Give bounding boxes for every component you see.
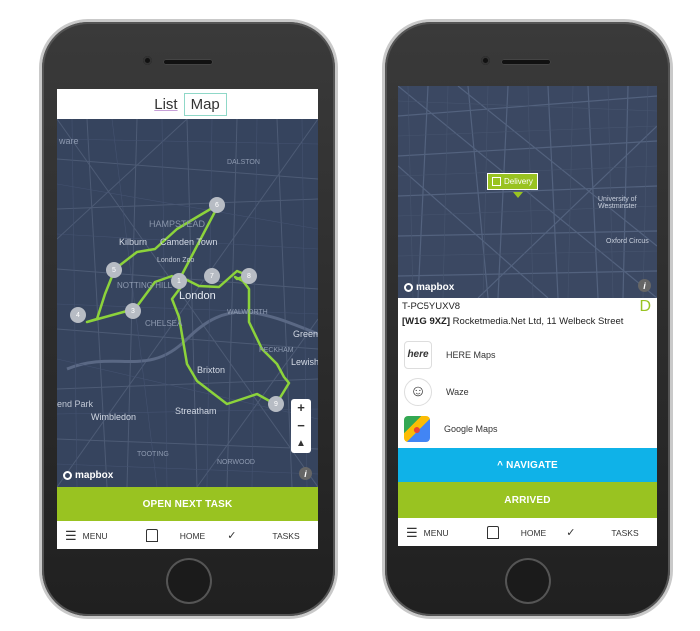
map-label: WALWORTH [227, 309, 268, 316]
map-label: Camden Town [160, 237, 218, 247]
arrived-button[interactable]: ARRIVED [398, 482, 657, 518]
route-stop-marker[interactable]: 6 [209, 197, 225, 213]
pin-pointer [513, 192, 523, 198]
waze-icon: ☺ [404, 377, 432, 406]
map-label: CHELSEA [145, 319, 183, 328]
compass-icon[interactable]: ▲ [296, 435, 306, 453]
route-stop-marker[interactable]: 1 [171, 273, 187, 289]
map-label: Kilburn [119, 237, 148, 247]
mapbox-logo: mapbox [63, 470, 113, 481]
home-nav-item[interactable]: HOME [145, 529, 206, 542]
route-stop-marker[interactable]: 4 [70, 307, 86, 323]
address-text: Rocketmedia.Net Ltd, 11 Welbeck Street [452, 316, 624, 327]
google-maps-icon: ● [404, 415, 430, 442]
info-icon[interactable]: i [638, 279, 651, 292]
map-label: ware [59, 136, 79, 146]
home-button[interactable] [505, 558, 551, 604]
home-button[interactable] [166, 558, 212, 604]
tasks-label: TASKS [611, 527, 639, 538]
status-badge: D [639, 298, 651, 315]
home-nav-item[interactable]: HOME [486, 526, 547, 539]
checkmark-icon: ✓ [566, 527, 576, 539]
map-label: University of Westminster [598, 196, 637, 210]
hamburger-icon: ☰ [65, 527, 77, 543]
here-maps-label: HERE Maps [446, 349, 496, 360]
building-icon [145, 529, 158, 542]
view-tabs: List Map [57, 89, 318, 119]
map-label: Streatham [175, 406, 217, 416]
screen-right: Delivery University of Westminster Oxfor… [398, 86, 657, 546]
map-label: NOTTING HILL [117, 281, 173, 290]
phone-right: Delivery University of Westminster Oxfor… [385, 22, 670, 616]
map-label: TOOTING [137, 451, 169, 458]
map-label: Wimbledon [91, 412, 137, 422]
task-header: T-PC5YUXV8 D [W1G 9XZ] Rocketmedia.Net L… [402, 298, 653, 335]
bottom-nav: ☰ MENU HOME ✓ TASKS [57, 522, 318, 549]
tasks-nav-item[interactable]: ✓ TASKS [566, 526, 638, 539]
map-label: Brixton [197, 365, 226, 375]
front-camera [143, 56, 152, 65]
home-label: HOME [520, 527, 547, 538]
map-label: London [179, 290, 216, 302]
menu-nav-item[interactable]: ☰ MENU [65, 528, 108, 544]
phone-left: List Map ware HAMPSTEAD Kilburn Camden T… [42, 22, 335, 616]
package-icon [492, 177, 501, 186]
postcode: [W1G 9XZ] [402, 316, 451, 327]
destination-map[interactable]: Delivery University of Westminster Oxfor… [398, 86, 657, 298]
google-maps-option[interactable]: ● Google Maps [398, 410, 657, 447]
tab-list[interactable]: List [148, 94, 183, 115]
pin-label: Delivery [504, 177, 533, 186]
zoom-out-button[interactable]: − [297, 417, 305, 435]
open-next-task-button[interactable]: OPEN NEXT TASK [57, 487, 318, 521]
speaker [163, 59, 213, 65]
map-label: HAMPSTEAD [149, 219, 206, 229]
map-streets [57, 119, 318, 487]
map-streets [398, 86, 657, 298]
menu-nav-item[interactable]: ☰ MENU [406, 525, 449, 541]
tasks-label: TASKS [272, 530, 300, 541]
task-address: [W1G 9XZ] Rocketmedia.Net Ltd, 11 Welbec… [402, 316, 653, 327]
tasks-nav-item[interactable]: ✓ TASKS [227, 529, 299, 542]
menu-label: MENU [423, 527, 449, 538]
map-label: DALSTON [227, 159, 260, 166]
route-map[interactable]: ware HAMPSTEAD Kilburn Camden Town Londo… [57, 119, 318, 487]
hamburger-icon: ☰ [406, 524, 418, 540]
zoom-control: + − ▲ [291, 399, 311, 453]
screen-left: List Map ware HAMPSTEAD Kilburn Camden T… [57, 89, 318, 549]
bottom-nav: ☰ MENU HOME ✓ TASKS [398, 519, 657, 546]
task-id: T-PC5YUXV8 [402, 301, 461, 312]
map-label: Oxford Circus [606, 238, 649, 245]
map-label: PECKHAM [259, 347, 294, 354]
delivery-pin[interactable]: Delivery [487, 173, 538, 190]
route-stop-marker[interactable]: 8 [241, 268, 257, 284]
here-maps-icon: here [404, 340, 432, 369]
speaker [501, 59, 551, 65]
waze-label: Waze [446, 386, 469, 397]
here-maps-option[interactable]: here HERE Maps [398, 336, 657, 373]
map-label: Lewish [291, 357, 318, 367]
navigate-button[interactable]: ^ NAVIGATE [398, 448, 657, 482]
info-icon[interactable]: i [299, 467, 312, 480]
route-stop-marker[interactable]: 3 [125, 303, 141, 319]
waze-option[interactable]: ☺ Waze [398, 373, 657, 410]
map-label: end Park [57, 399, 94, 409]
map-label: London Zoo [157, 257, 195, 264]
mapbox-logo: mapbox [404, 282, 454, 293]
route-stop-marker[interactable]: 5 [106, 262, 122, 278]
building-icon [486, 526, 499, 539]
home-label: HOME [179, 530, 206, 541]
tab-map[interactable]: Map [183, 92, 227, 116]
map-label: NORWOOD [217, 459, 255, 466]
menu-label: MENU [82, 530, 108, 541]
zoom-in-button[interactable]: + [297, 399, 305, 417]
google-maps-label: Google Maps [444, 423, 498, 434]
front-camera [481, 56, 490, 65]
route-stop-marker[interactable]: 9 [268, 396, 284, 412]
checkmark-icon: ✓ [227, 530, 237, 542]
route-stop-marker[interactable]: 7 [204, 268, 220, 284]
map-label: Green [293, 329, 318, 339]
